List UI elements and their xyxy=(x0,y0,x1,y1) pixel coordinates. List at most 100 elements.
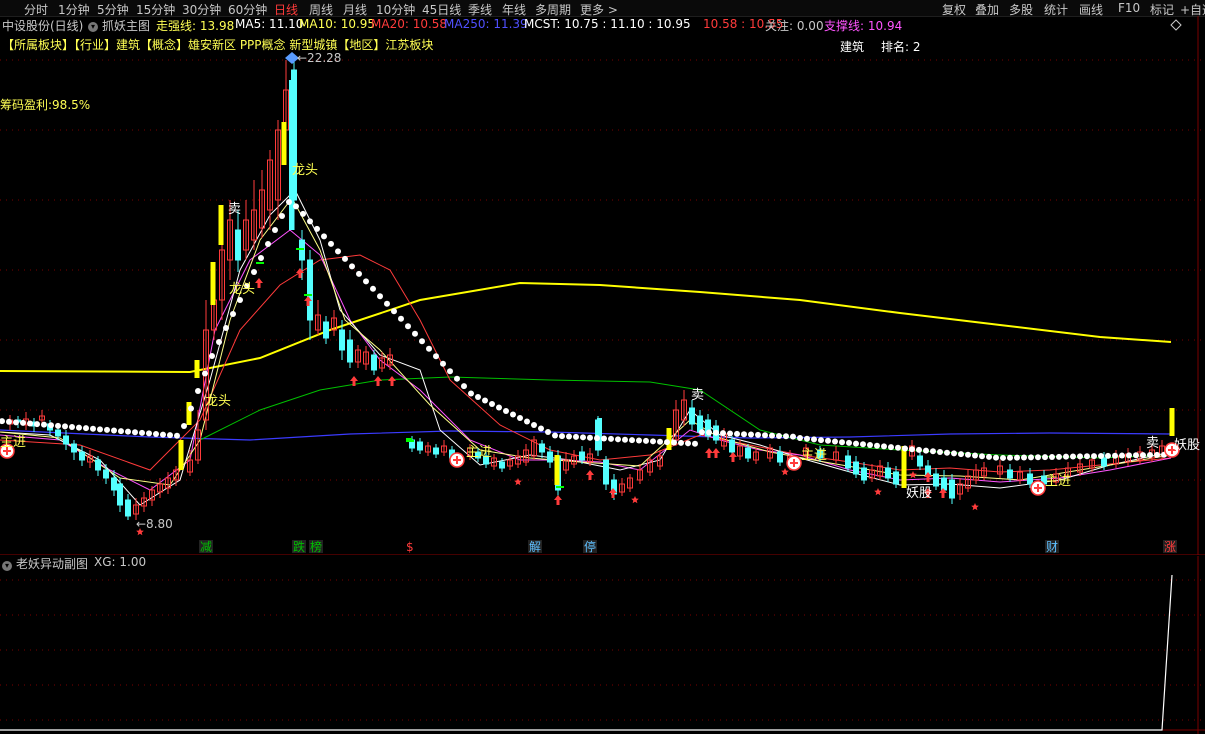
support-dot xyxy=(83,425,89,432)
tab-1min[interactable]: 1分钟 xyxy=(58,1,90,18)
candle-body xyxy=(483,455,489,465)
support-dot xyxy=(391,308,397,315)
sub-chart-title[interactable]: 老妖异动副图 xyxy=(16,555,88,572)
candle-body xyxy=(1007,469,1013,479)
support-dot xyxy=(811,436,817,443)
collapse-icon[interactable]: ▾ xyxy=(88,18,98,32)
candle-body xyxy=(515,455,521,465)
tab-quarterly[interactable]: 季线 xyxy=(468,1,492,18)
sub-indicator-chart[interactable] xyxy=(0,0,1205,734)
tab-mark[interactable]: 标记 xyxy=(1150,1,1174,18)
support-dot xyxy=(860,441,866,448)
support-dot xyxy=(48,422,54,429)
support-dot xyxy=(958,451,964,458)
candle-body xyxy=(187,459,193,473)
tab-monthly[interactable]: 月线 xyxy=(343,1,367,18)
tab-10min[interactable]: 10分钟 xyxy=(376,1,415,18)
candle-body xyxy=(371,354,377,371)
price-high-label: ←22.28 xyxy=(297,51,341,65)
candle-body xyxy=(949,479,955,499)
support-dot xyxy=(1000,454,1006,461)
support-dot xyxy=(979,453,985,460)
support-dot xyxy=(398,315,404,322)
support-dot xyxy=(797,435,803,441)
tab-15min[interactable]: 15分钟 xyxy=(136,1,175,18)
support-dot xyxy=(713,429,719,436)
tab-f10[interactable]: F10 xyxy=(1118,1,1140,15)
tab-yearly[interactable]: 年线 xyxy=(502,1,526,18)
tab-multi-stock[interactable]: 多股 xyxy=(1009,1,1033,18)
event-tag: 榜 xyxy=(310,539,322,554)
signal-bar xyxy=(186,402,192,425)
candle-body xyxy=(579,451,585,461)
event-tag-box xyxy=(583,540,597,553)
support-dot xyxy=(489,401,495,407)
candle-body xyxy=(1113,455,1119,465)
up-arrow-icon xyxy=(924,472,932,482)
indicator-name[interactable]: 抓妖主图 xyxy=(102,17,150,34)
up-arrow-icon xyxy=(609,488,617,498)
candle-body xyxy=(87,455,93,463)
tab-60min[interactable]: 60分钟 xyxy=(228,1,267,18)
candle-body xyxy=(379,357,385,369)
candle-body xyxy=(657,455,663,467)
tab-draw-line[interactable]: 画线 xyxy=(1079,1,1103,18)
support-dot xyxy=(1161,451,1167,458)
main-kline-chart[interactable]: 减跌榜 $ 解停财涨 ←22.28←8.80卖卖卖龙头龙头龙头主进主进 主进主进妖股妖… xyxy=(0,0,1205,555)
sub-collapse-icon[interactable]: ▾ xyxy=(2,557,12,571)
event-tag: 财 xyxy=(1046,540,1058,554)
tab-add-favorite[interactable]: +自选 xyxy=(1180,1,1205,18)
candle-body xyxy=(243,219,249,251)
tab-overlay[interactable]: 叠加 xyxy=(975,1,999,18)
support-dot xyxy=(307,218,313,225)
support-dot xyxy=(678,439,684,446)
support-dot xyxy=(125,428,131,435)
signal-bar xyxy=(218,205,224,245)
sell-label: 卖 xyxy=(1146,436,1159,451)
support-dot xyxy=(594,435,600,442)
candle-body xyxy=(441,445,447,453)
industry-label: 建筑 xyxy=(840,40,865,54)
support-dot xyxy=(1112,452,1118,459)
candle-body xyxy=(1065,467,1071,477)
up-arrow-icon xyxy=(554,495,562,505)
candle-body xyxy=(323,321,329,339)
support-dot xyxy=(300,210,306,217)
candle-body xyxy=(563,459,569,471)
candle-body xyxy=(833,451,839,461)
tab-multi-period[interactable]: 多周期 xyxy=(535,1,571,18)
tab-more[interactable]: 更多 > xyxy=(580,1,618,18)
zqx-value: 走强线: 13.98 xyxy=(156,19,235,33)
tab-weekly[interactable]: 周线 xyxy=(309,1,333,18)
candle-body xyxy=(1053,473,1059,483)
mcst-line xyxy=(0,197,1172,486)
dragon-head-label: 龙头 xyxy=(229,282,255,297)
candle-body xyxy=(689,407,695,425)
support-dot xyxy=(1056,453,1062,460)
candle-body xyxy=(1017,471,1023,481)
tab-statistics[interactable]: 统计 xyxy=(1044,1,1068,18)
tab-45day[interactable]: 45日线 xyxy=(422,1,461,18)
support-dot xyxy=(1105,452,1111,459)
support-dot xyxy=(671,439,677,446)
candle-body xyxy=(611,479,617,495)
tab-5min[interactable]: 5分钟 xyxy=(97,1,129,18)
candle-body xyxy=(95,459,101,471)
tab-time-sharing[interactable]: 分时 xyxy=(24,1,48,18)
dragon-head-label: 龙头 xyxy=(292,163,318,178)
tab-daily[interactable]: 日线 xyxy=(274,1,298,18)
tab-30min[interactable]: 30分钟 xyxy=(182,1,221,18)
support-dot xyxy=(790,433,796,440)
tab-fuquan[interactable]: 复权 xyxy=(942,1,966,18)
candle-body xyxy=(409,439,415,449)
candle-body xyxy=(331,317,337,331)
event-tag-box xyxy=(1163,540,1177,553)
event-tag: 解 xyxy=(529,540,541,554)
support-dot xyxy=(1098,452,1104,459)
support-dot xyxy=(762,432,768,439)
candle-body xyxy=(491,457,497,467)
star-icon xyxy=(631,496,639,504)
candle-body xyxy=(55,429,61,437)
support-dot xyxy=(825,437,831,444)
support-dot xyxy=(650,438,656,445)
